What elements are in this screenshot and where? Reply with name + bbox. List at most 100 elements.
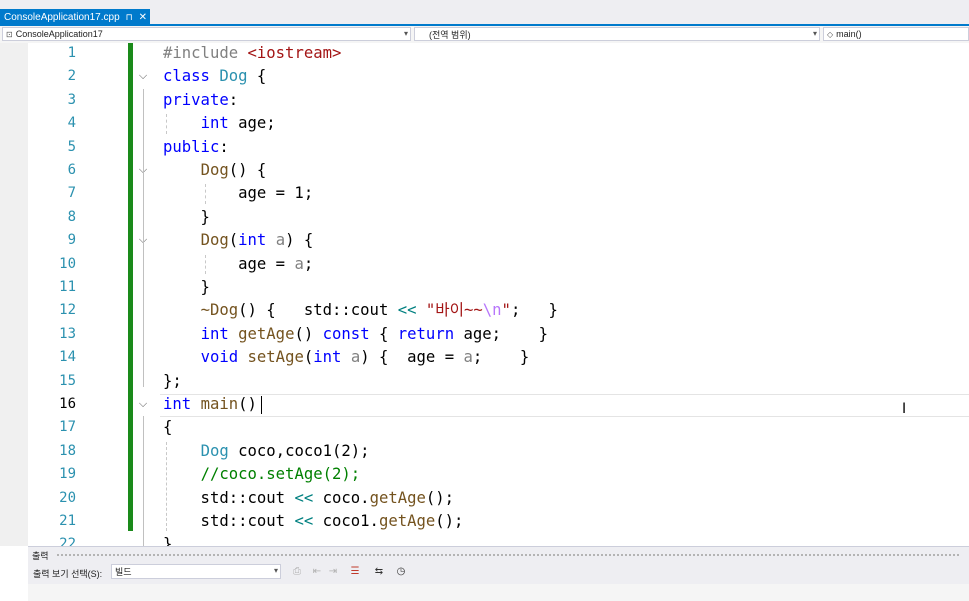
show-output-from-label: 출력 보기 선택(S): [33,569,103,579]
code-line[interactable]: 3 private: [0,89,969,112]
member-dropdown[interactable]: ◇ main() [823,27,969,41]
code-text: std::cout << coco1.getAge(); [163,512,464,530]
line-number: 3 [67,91,76,108]
code-line[interactable]: 19 //coco.setAge(2); [0,463,969,486]
show-output-from-dropdown[interactable]: 빌드 ▾ [111,564,281,579]
line-number: 2 [67,68,76,85]
scope-dropdown[interactable]: (전역 범위) ▾ [414,27,820,41]
code-text: Dog(int a) { [200,231,314,250]
dropdown-arrow-icon: ▾ [812,29,817,38]
text-caret [261,396,262,414]
chevron-down-icon[interactable]: ⌵ [134,393,152,416]
cube-icon: ◇ [827,29,834,39]
previous-message-icon[interactable]: ⇤ [310,565,324,579]
panel-grip[interactable] [56,553,961,557]
code-line[interactable]: 10 age = a; [0,253,969,276]
code-line[interactable]: 11 } [0,276,969,299]
word-wrap-icon[interactable]: ⇆ [372,565,386,579]
outline-line [143,88,144,387]
code-text: Dog() { [200,161,267,179]
code-line[interactable]: 18 Dog coco,coco1(2); [0,440,969,463]
line-number: 13 [59,325,76,342]
code-line[interactable]: 1 #include <iostream> [0,43,969,65]
code-line[interactable]: 21 std::cout << coco1.getAge(); [0,510,969,533]
code-text: age = 1; [163,184,314,203]
clear-all-icon[interactable]: ☰ [348,565,362,579]
code-text: } [163,278,210,296]
line-number: 14 [59,349,76,366]
output-panel: 출력 출력 보기 선택(S): 빌드 ▾ ⎙ ⇤ ⇥ ☰ ⇆ ◷ [28,546,969,601]
chevron-down-icon[interactable]: ⌵ [134,65,152,88]
line-number: 22 [59,536,76,546]
indent-guide [166,114,167,134]
text-cursor-icon: Ι [902,401,907,417]
outline-line [143,252,144,294]
code-line[interactable]: 14 void setAge(int a) { age = a; } [0,346,969,369]
code-text: Dog coco,coco1(2); [200,441,370,460]
code-line[interactable]: 13 int getAge() const { return age; } [0,323,969,346]
code-text: class Dog { [163,67,267,86]
code-line[interactable]: 8 } [0,206,969,229]
find-message-icon[interactable]: ⎙ [290,565,304,579]
navigation-bar: ⊡ ConsoleApplication17 ▾ (전역 범위) ▾ ◇ mai… [0,26,969,44]
line-number: 11 [59,279,76,295]
code-text: int main() [163,395,257,413]
outline-line [143,182,144,224]
line-number: 21 [59,513,76,529]
line-number: 19 [59,466,76,483]
code-line[interactable]: 22} [0,533,969,546]
indent-guide [166,441,167,532]
code-text: ~Dog() { std::cout << "바이~~\n"; } [200,301,558,320]
code-line[interactable]: 9 ⌵ Dog(int a) { [0,229,969,252]
dropdown-arrow-icon: ▾ [403,29,408,38]
code-line[interactable]: 12 ~Dog() { std::cout << "바이~~\n"; } [0,299,969,322]
dropdown-arrow-icon: ▾ [273,566,278,575]
line-number: 7 [67,185,76,202]
code-line[interactable]: 16 ⌵ int main() [0,393,969,416]
code-text: private: [163,90,239,109]
line-number: 9 [67,232,76,249]
tab-title: ConsoleApplication17.cpp [4,12,120,23]
line-number: 10 [59,255,76,272]
code-text: } [163,535,173,546]
line-number: 12 [59,302,76,319]
document-tab-bar: ConsoleApplication17.cpp ⊓ ✕ [0,0,969,26]
close-icon[interactable]: ✕ [139,12,147,23]
line-number: 15 [59,372,76,389]
outline-line [143,416,144,546]
project-label: ConsoleApplication17 [15,29,103,39]
indent-guide [205,254,206,274]
code-editor[interactable]: 1 #include <iostream> 2 ⌵ class Dog { 3 privat… [0,43,969,546]
line-number: 1 [67,45,76,61]
project-dropdown[interactable]: ⊡ ConsoleApplication17 ▾ [2,27,411,41]
code-text: int age; [200,114,276,133]
line-number: 6 [67,162,76,178]
code-text: public: [163,137,229,156]
code-line[interactable]: 4 int age; [0,112,969,135]
code-text: void setAge(int a) { age = a; } [200,348,530,367]
next-message-icon[interactable]: ⇥ [326,565,340,579]
line-number: 17 [59,419,76,436]
code-line[interactable]: 7 age = 1; [0,182,969,205]
code-line[interactable]: 20 std::cout << coco.getAge(); [0,487,969,510]
code-text: int getAge() const { return age; } [200,324,548,343]
code-text: }; [163,371,182,390]
output-text-area[interactable] [28,584,969,601]
project-icon: ⊡ [6,29,13,39]
line-number: 5 [67,138,76,155]
code-line[interactable]: 5 public: [0,136,969,159]
code-text: //coco.setAge(2); [200,465,361,484]
line-number: 20 [59,489,76,506]
line-number: 8 [67,208,76,225]
timestamp-icon[interactable]: ◷ [394,565,408,579]
member-label: main() [836,29,862,39]
code-line[interactable]: 17 { [0,416,969,439]
code-line[interactable]: 2 ⌵ class Dog { [0,65,969,88]
show-output-from-value: 빌드 [115,567,132,577]
indent-guide [205,184,206,204]
code-line[interactable]: 15}; [0,370,969,393]
pin-icon[interactable]: ⊓ [126,12,133,23]
line-number: 18 [59,442,76,459]
code-text: std::cout << coco.getAge(); [163,488,455,507]
code-line[interactable]: 6 ⌵ Dog() { [0,159,969,182]
